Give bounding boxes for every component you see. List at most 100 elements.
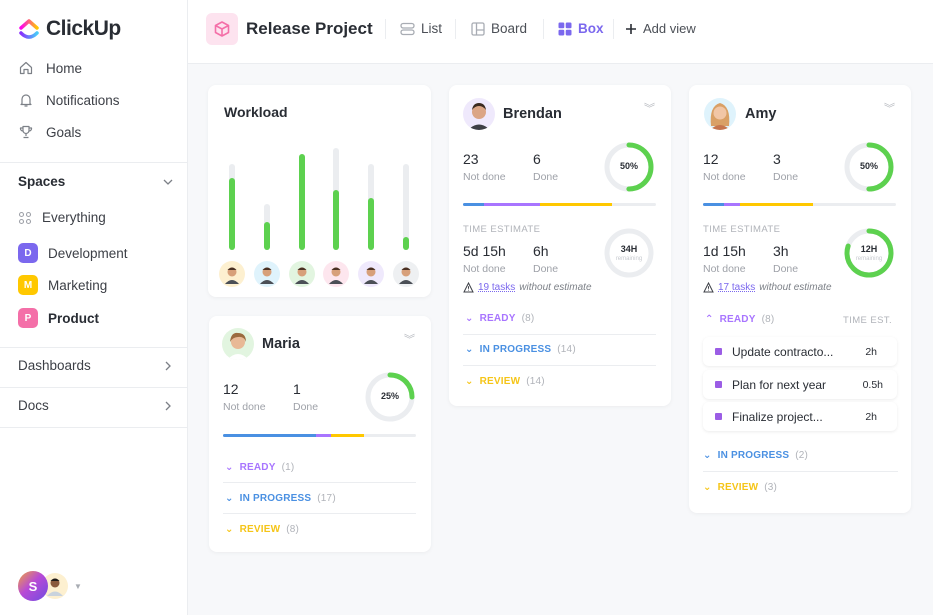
add-view-button[interactable]: Add view — [625, 21, 696, 36]
tasks-link[interactable]: 19 tasks — [478, 282, 515, 293]
bell-icon — [20, 94, 32, 107]
sidebar-space-development[interactable]: D Development — [18, 243, 128, 263]
user-menu[interactable]: S ▼ — [18, 571, 82, 601]
workload-member-avatar[interactable] — [288, 261, 315, 287]
group-label: READY — [719, 314, 756, 325]
sidebar-item-label: Home — [46, 60, 83, 76]
user-avatar[interactable]: S — [18, 571, 48, 601]
tab-label: Board — [491, 21, 528, 36]
remaining-ring: 34H remaining — [602, 226, 656, 280]
warning-icon — [703, 282, 714, 293]
collapse-icon[interactable]: ︾ — [884, 104, 895, 115]
chevron-down-icon: ⌄ — [703, 482, 712, 493]
te-done: 3h — [773, 243, 789, 259]
te-not-done-label: Not done — [703, 263, 746, 275]
collapse-icon[interactable]: ︾ — [644, 104, 655, 115]
group-in-progress[interactable]: ⌄ IN PROGRESS (17) — [225, 493, 336, 504]
time-estimate-header: TIME ESTIMATE — [463, 224, 541, 235]
divider — [463, 365, 656, 366]
workload-member-avatar[interactable] — [393, 261, 419, 287]
workload-bar — [368, 198, 375, 250]
done-label: Done — [293, 401, 319, 413]
status-progress-bar — [463, 203, 656, 206]
done-label: Done — [773, 171, 799, 183]
sidebar-space-product[interactable]: P Product — [18, 308, 99, 328]
add-view-label: Add view — [643, 21, 696, 36]
sidebar-item-everything[interactable]: Everything — [18, 210, 106, 225]
task-estimate: 2h — [865, 410, 877, 423]
sidebar-item-dashboards[interactable]: Dashboards — [18, 358, 174, 373]
progress-ring: 25% — [363, 370, 417, 424]
remaining-ring: 12H remaining — [842, 226, 896, 280]
divider — [463, 334, 656, 335]
tab-list[interactable]: List — [400, 21, 442, 36]
sidebar-item-goals[interactable]: Goals — [18, 124, 81, 140]
remaining-label: remaining — [855, 256, 883, 262]
group-review[interactable]: ⌄ REVIEW (3) — [703, 482, 777, 493]
divider — [0, 427, 187, 428]
task-row[interactable]: Update contracto... 2h — [703, 337, 897, 366]
group-count: (17) — [317, 493, 336, 504]
workload-member-avatar[interactable] — [219, 261, 245, 287]
sidebar-item-label: Everything — [42, 210, 106, 225]
warning-icon — [463, 282, 474, 293]
sidebar-item-docs[interactable]: Docs — [18, 398, 174, 413]
progress-percent: 50% — [619, 161, 638, 171]
sidebar-item-label: Notifications — [46, 92, 120, 108]
task-row[interactable]: Plan for next year 0.5h — [703, 370, 897, 399]
missing-estimate-warning: 19 tasks without estimate — [463, 282, 592, 293]
sidebar-item-label: Goals — [46, 124, 82, 140]
group-in-progress[interactable]: ⌄ IN PROGRESS (14) — [465, 344, 576, 355]
chevron-right-icon — [165, 361, 171, 370]
member-name: Maria — [262, 336, 300, 352]
workload-member-avatar[interactable] — [358, 261, 385, 287]
person-icon — [399, 267, 413, 284]
group-ready[interactable]: ⌄ READY (1) — [225, 462, 294, 473]
caret-down-icon[interactable]: ▼ — [74, 582, 82, 591]
tab-board[interactable]: Board — [471, 21, 527, 36]
divider — [0, 347, 187, 348]
group-label: REVIEW — [239, 524, 281, 535]
group-count: (14) — [526, 376, 545, 387]
group-review[interactable]: ⌄ REVIEW (8) — [225, 524, 299, 535]
group-in-progress[interactable]: ⌄ IN PROGRESS (2) — [703, 450, 808, 461]
sidebar-item-home[interactable]: Home — [18, 60, 82, 76]
group-count: (14) — [557, 344, 576, 355]
member-name: Brendan — [503, 106, 562, 122]
workload-member-avatar[interactable] — [253, 261, 280, 287]
sidebar-space-marketing[interactable]: M Marketing — [18, 275, 107, 295]
app-name: ClickUp — [46, 17, 121, 40]
task-estimate: 2h — [865, 345, 877, 358]
done-count: 1 — [293, 381, 301, 397]
warning-text: without estimate — [759, 282, 832, 293]
person-icon — [259, 267, 274, 284]
chevron-down-icon: ⌄ — [703, 450, 712, 461]
warning-text: without estimate — [519, 282, 592, 293]
workload-bar — [333, 190, 340, 250]
avatar — [704, 98, 736, 130]
space-label: Development — [48, 245, 128, 261]
tasks-link[interactable]: 17 tasks — [718, 282, 755, 293]
group-ready[interactable]: ⌄ READY (8) — [465, 313, 534, 324]
group-count: (8) — [521, 313, 535, 324]
avatar — [222, 328, 254, 360]
tab-box[interactable]: Box — [558, 21, 604, 36]
divider — [455, 19, 456, 39]
sidebar-item-notifications[interactable]: Notifications — [18, 92, 120, 108]
chevron-down-icon[interactable] — [162, 176, 174, 188]
group-ready[interactable]: ⌃ READY (8) — [705, 314, 774, 325]
person-icon — [468, 103, 490, 130]
not-done-label: Not done — [703, 171, 746, 183]
group-review[interactable]: ⌄ REVIEW (14) — [465, 376, 545, 387]
workload-card: Workload — [208, 85, 431, 297]
chevron-down-icon: ⌄ — [225, 462, 234, 473]
spaces-header[interactable]: Spaces — [18, 174, 174, 189]
group-label: REVIEW — [717, 482, 759, 493]
workload-member-avatar[interactable] — [323, 261, 350, 287]
divider — [223, 513, 416, 514]
person-icon — [47, 578, 63, 596]
clickup-logo[interactable]: ClickUp — [18, 17, 121, 41]
person-icon — [364, 267, 379, 284]
collapse-icon[interactable]: ︾ — [404, 335, 415, 346]
task-row[interactable]: Finalize project... 2h — [703, 402, 897, 431]
